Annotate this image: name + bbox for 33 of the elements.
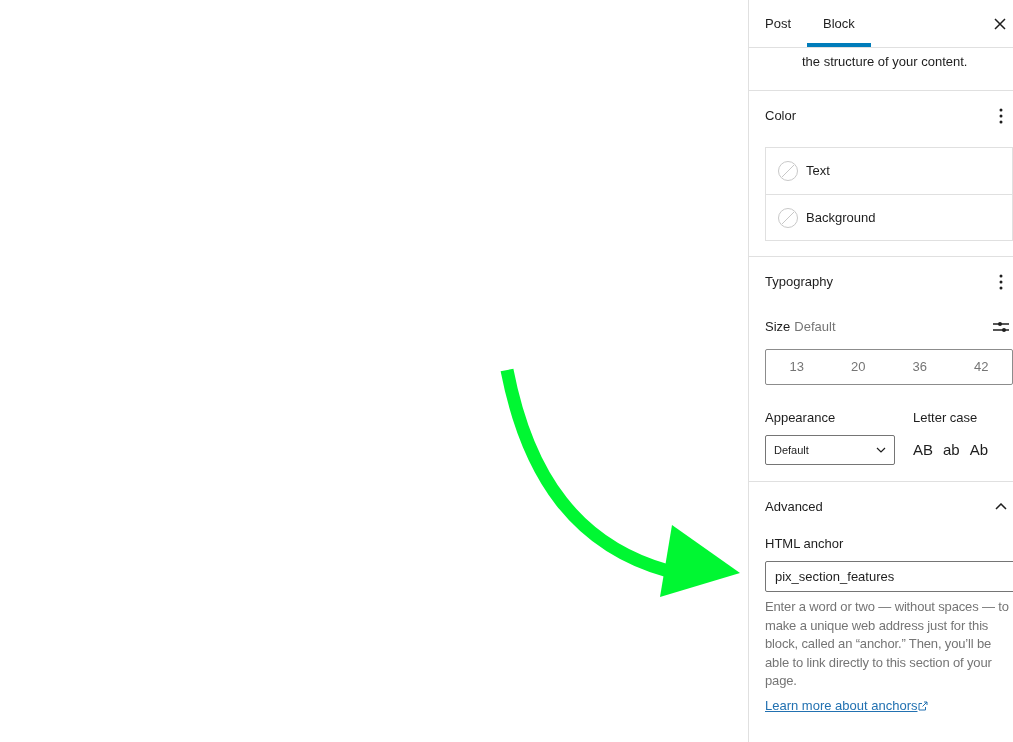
empty-swatch-icon [778, 207, 798, 228]
sliders-icon [993, 320, 1009, 334]
font-size-option[interactable]: 13 [766, 350, 828, 384]
font-size-option[interactable]: 36 [889, 350, 951, 384]
letter-case-option[interactable]: AB [913, 440, 933, 460]
panel-title: Color [765, 106, 797, 125]
field-label: HTML anchor [765, 536, 845, 552]
close-icon [993, 16, 1007, 31]
chevron-up-icon [995, 503, 1007, 510]
panel-title: Typography [765, 272, 833, 291]
empty-swatch-icon [778, 161, 798, 181]
panel-title: Advanced [765, 497, 823, 516]
vertical-dots-icon [999, 273, 1003, 290]
learn-more-link[interactable]: Learn more about anchors [765, 696, 929, 715]
size-value: Default [794, 318, 836, 337]
description-text: the structure of your content. [802, 53, 969, 71]
appearance-label: Appearance [765, 410, 837, 426]
vertical-dots-icon [999, 107, 1003, 124]
letter-case-label: Letter case [913, 410, 979, 426]
appearance-select[interactable]: Default [765, 435, 895, 465]
color-setting-item[interactable]: Background [766, 194, 1012, 240]
tab[interactable]: Block [807, 0, 871, 47]
letter-case-option[interactable]: Ab [969, 440, 989, 460]
external-link-icon [918, 700, 929, 711]
help-text: Enter a word or two — without spaces — to make a unique web address just for this block, called an “anchor.” Then, you’ll be able to link directly to this section of your page. [765, 598, 1010, 690]
color-setting-item[interactable]: Text [766, 148, 1012, 194]
size-label: Size [765, 318, 791, 337]
font-size-option[interactable]: 20 [827, 350, 889, 384]
tab[interactable]: Post [749, 0, 807, 47]
letter-case-option[interactable]: ab [943, 440, 960, 460]
anchor-input[interactable]: pix_section_features [765, 561, 1013, 592]
chevron-down-icon [876, 447, 886, 453]
font-size-option[interactable]: 42 [950, 350, 1012, 384]
